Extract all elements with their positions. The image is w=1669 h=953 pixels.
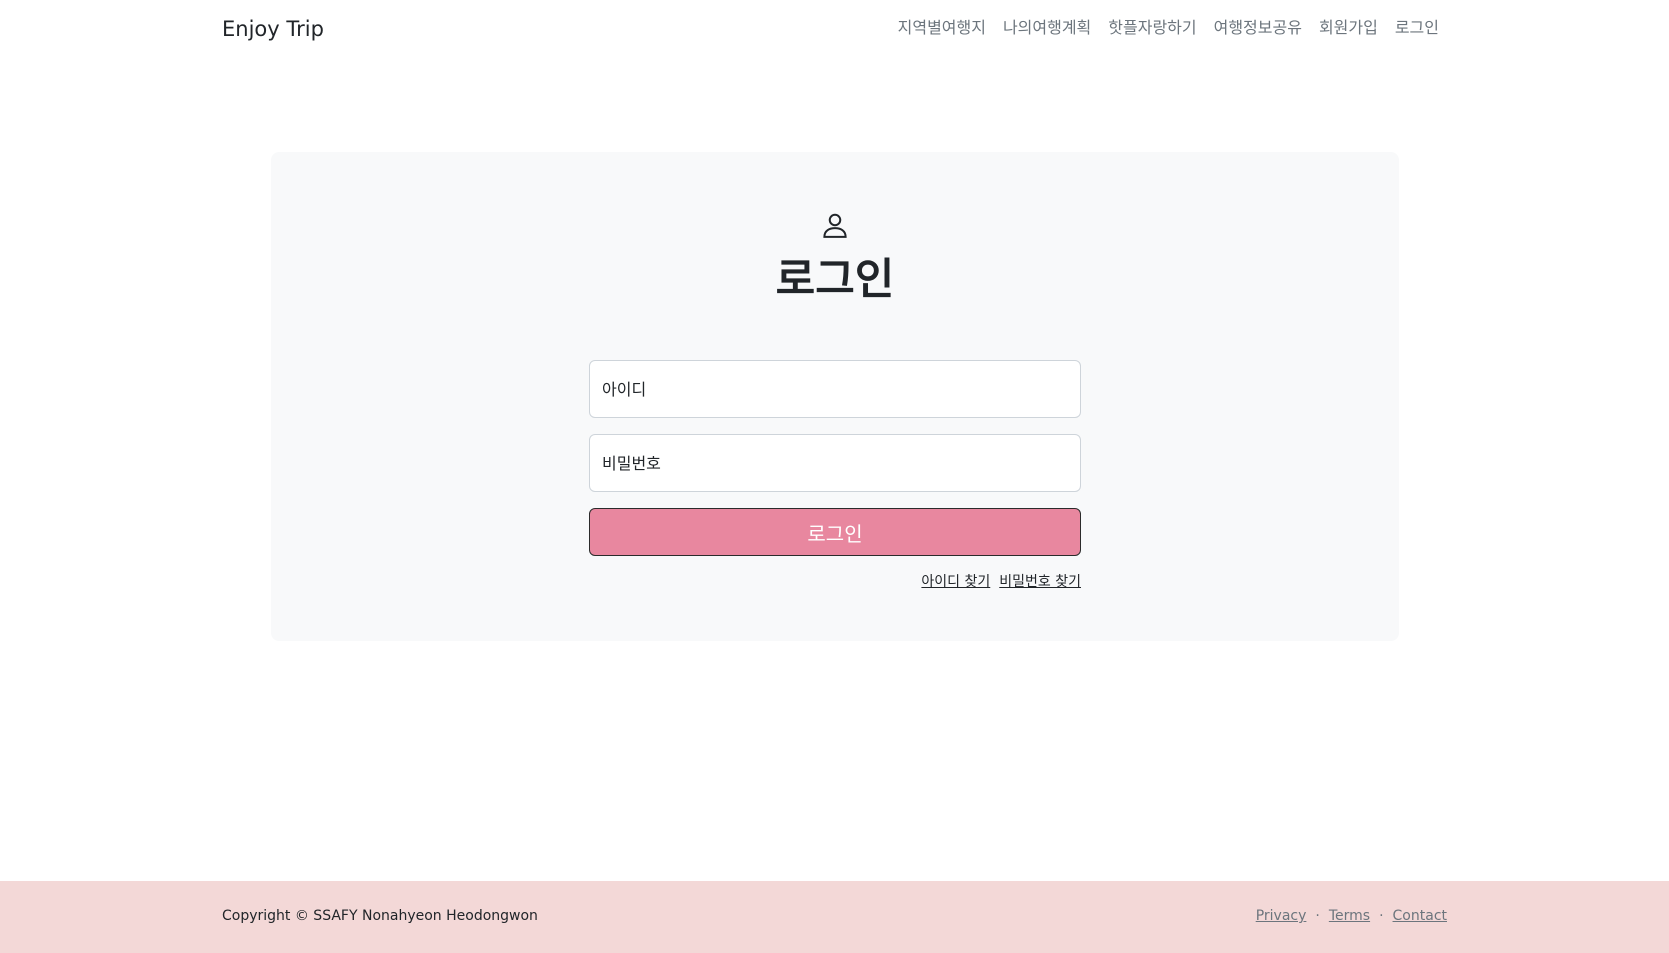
- nav-link-regional-destinations[interactable]: 지역별여행지: [898, 14, 986, 42]
- footer-links: Privacy · Terms · Contact: [1256, 906, 1447, 926]
- user-id-input[interactable]: [589, 360, 1081, 418]
- nav-link-my-travel-plan[interactable]: 나의여행계획: [1003, 14, 1091, 42]
- login-card: 로그인 로그인 아이디 찾기 비밀번호 찾기: [271, 152, 1399, 641]
- find-id-link[interactable]: 아이디 찾기: [921, 572, 990, 592]
- find-password-link[interactable]: 비밀번호 찾기: [999, 572, 1081, 592]
- brand-logo[interactable]: Enjoy Trip: [222, 14, 324, 44]
- login-title: 로그인: [775, 255, 895, 305]
- nav-menu: 지역별여행지 나의여행계획 핫플자랑하기 여행정보공유 회원가입 로그인: [898, 14, 1439, 42]
- nav-link-hotplace-share[interactable]: 핫플자랑하기: [1108, 14, 1196, 42]
- footer-separator: ·: [1315, 908, 1320, 924]
- copyright-text: Copyright © SSAFY Nonahyeon Heodongwon: [222, 908, 538, 924]
- user-icon: [823, 213, 847, 238]
- contact-link[interactable]: Contact: [1393, 906, 1447, 926]
- nav-link-signup[interactable]: 회원가입: [1319, 14, 1378, 42]
- password-input[interactable]: [589, 434, 1081, 492]
- page-footer: Copyright © SSAFY Nonahyeon Heodongwon P…: [0, 881, 1669, 953]
- login-button[interactable]: 로그인: [589, 508, 1081, 556]
- nav-link-travel-info[interactable]: 여행정보공유: [1214, 14, 1302, 42]
- terms-link[interactable]: Terms: [1329, 906, 1370, 926]
- account-help-links: 아이디 찾기 비밀번호 찾기: [921, 572, 1081, 592]
- top-navbar: Enjoy Trip 지역별여행지 나의여행계획 핫플자랑하기 여행정보공유 회…: [0, 0, 1669, 58]
- privacy-link[interactable]: Privacy: [1256, 906, 1307, 926]
- footer-separator: ·: [1379, 908, 1384, 924]
- nav-link-login[interactable]: 로그인: [1395, 14, 1439, 42]
